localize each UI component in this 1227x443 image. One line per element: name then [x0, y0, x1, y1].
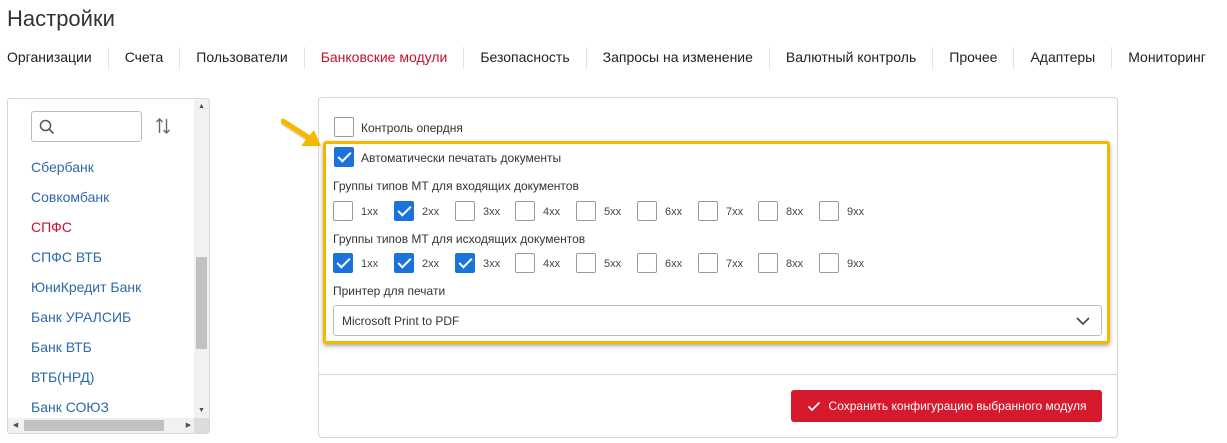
outgoing-3xx-checkbox[interactable] [455, 253, 475, 273]
vertical-scrollbar[interactable]: ▲ ▼ [194, 99, 209, 419]
check-icon [807, 401, 820, 411]
incoming-9xx-label: 9xx [847, 206, 865, 218]
incoming-5xx-checkbox[interactable] [576, 201, 596, 221]
incoming-7xx-label: 7xx [726, 206, 744, 218]
outgoing-2xx-label: 2xx [422, 258, 440, 270]
tab-monitoring[interactable]: Мониторинг [1111, 47, 1222, 69]
bank-item-spfs-vtb[interactable]: СПФС ВТБ [31, 247, 141, 277]
vertical-scrollbar-thumb[interactable] [196, 257, 207, 349]
tab-users[interactable]: Пользователи [179, 47, 303, 69]
incoming-1xx-label: 1xx [361, 206, 379, 218]
outgoing-3xx-label: 3xx [483, 258, 501, 270]
incoming-4xx-checkbox[interactable] [515, 201, 535, 221]
outgoing-1xx-checkbox[interactable] [333, 253, 353, 273]
settings-tabs: Организации Счета Пользователи Банковски… [0, 47, 1222, 69]
printer-title: Принтер для печати [333, 284, 446, 298]
outgoing-7xx-label: 7xx [726, 258, 744, 270]
bank-item-sovcombank[interactable]: Совкомбанк [31, 187, 141, 217]
printer-select-value: Microsoft Print to PDF [342, 314, 460, 328]
outgoing-groups-title: Группы типов МТ для исходящих документов [333, 232, 586, 246]
tab-other[interactable]: Прочее [932, 47, 1013, 69]
outgoing-8xx-checkbox[interactable] [758, 253, 778, 273]
incoming-2xx-checkbox[interactable] [394, 201, 414, 221]
outgoing-5xx-label: 5xx [604, 258, 622, 270]
outgoing-4xx-label: 4xx [543, 258, 561, 270]
incoming-7xx-checkbox[interactable] [698, 201, 718, 221]
save-config-button[interactable]: Сохранить конфигурацию выбранного модуля [791, 390, 1102, 422]
outgoing-7xx-checkbox[interactable] [698, 253, 718, 273]
tab-change-requests[interactable]: Запросы на изменение [585, 47, 769, 69]
bank-item-unicredit[interactable]: ЮниКредит Банк [31, 277, 141, 307]
outgoing-6xx-checkbox[interactable] [637, 253, 657, 273]
incoming-groups-title: Группы типов МТ для входящих документов [333, 179, 579, 193]
control-operday-checkbox[interactable] [334, 117, 354, 137]
bank-item-uralsib[interactable]: Банк УРАЛСИБ [31, 307, 141, 337]
outgoing-9xx-label: 9xx [847, 258, 865, 270]
outgoing-5xx-checkbox[interactable] [576, 253, 596, 273]
scrollbar-corner [194, 418, 209, 433]
horizontal-scrollbar[interactable]: ◀ ▶ [8, 418, 196, 433]
printer-select[interactable]: Microsoft Print to PDF [333, 305, 1102, 336]
outgoing-1xx-label: 1xx [361, 258, 379, 270]
outgoing-4xx-checkbox[interactable] [515, 253, 535, 273]
scroll-down-icon[interactable]: ▼ [194, 407, 209, 415]
outgoing-8xx-label: 8xx [786, 258, 804, 270]
incoming-6xx-label: 6xx [665, 206, 683, 218]
tab-accounts[interactable]: Счета [107, 47, 180, 69]
bank-item-spfs[interactable]: СПФС [31, 217, 141, 247]
bank-item-vtb-nrd[interactable]: ВТБ(НРД) [31, 367, 141, 397]
bank-list: Сбербанк Совкомбанк СПФС СПФС ВТБ ЮниКре… [31, 157, 141, 427]
tab-currency-control[interactable]: Валютный контроль [768, 47, 932, 69]
incoming-1xx-checkbox[interactable] [333, 201, 353, 221]
scroll-left-icon[interactable]: ◀ [8, 422, 23, 430]
incoming-2xx-label: 2xx [422, 206, 440, 218]
chevron-down-icon [1076, 317, 1090, 326]
search-input[interactable] [31, 111, 142, 142]
search-icon [39, 119, 55, 135]
incoming-5xx-label: 5xx [604, 206, 622, 218]
incoming-4xx-label: 4xx [543, 206, 561, 218]
control-operday-label: Контроль опердня [361, 121, 463, 135]
bank-list-panel: Сбербанк Совкомбанк СПФС СПФС ВТБ ЮниКре… [7, 98, 210, 434]
page-title: Настройки [7, 6, 115, 31]
outgoing-2xx-checkbox[interactable] [394, 253, 414, 273]
save-config-label: Сохранить конфигурацию выбранного модуля [828, 399, 1087, 413]
tab-adapters[interactable]: Адаптеры [1013, 47, 1111, 69]
tab-organizations[interactable]: Организации [0, 47, 108, 69]
tab-bank-modules[interactable]: Банковские модули [303, 47, 464, 69]
tab-security[interactable]: Безопасность [463, 47, 585, 69]
outgoing-6xx-label: 6xx [665, 258, 683, 270]
outgoing-9xx-checkbox[interactable] [819, 253, 839, 273]
scroll-up-icon[interactable]: ▲ [194, 103, 209, 111]
bank-item-vtb[interactable]: Банк ВТБ [31, 337, 141, 367]
incoming-8xx-label: 8xx [786, 206, 804, 218]
auto-print-label: Автоматически печатать документы [361, 151, 562, 165]
bank-item-sberbank[interactable]: Сбербанк [31, 157, 141, 187]
incoming-3xx-checkbox[interactable] [455, 201, 475, 221]
incoming-8xx-checkbox[interactable] [758, 201, 778, 221]
config-footer-divider [319, 374, 1117, 375]
sort-icon[interactable] [155, 117, 171, 135]
arrow-pointer-icon [281, 118, 321, 146]
incoming-9xx-checkbox[interactable] [819, 201, 839, 221]
incoming-3xx-label: 3xx [483, 206, 501, 218]
horizontal-scrollbar-thumb[interactable] [24, 420, 164, 431]
auto-print-checkbox[interactable] [334, 147, 354, 167]
incoming-6xx-checkbox[interactable] [637, 201, 657, 221]
